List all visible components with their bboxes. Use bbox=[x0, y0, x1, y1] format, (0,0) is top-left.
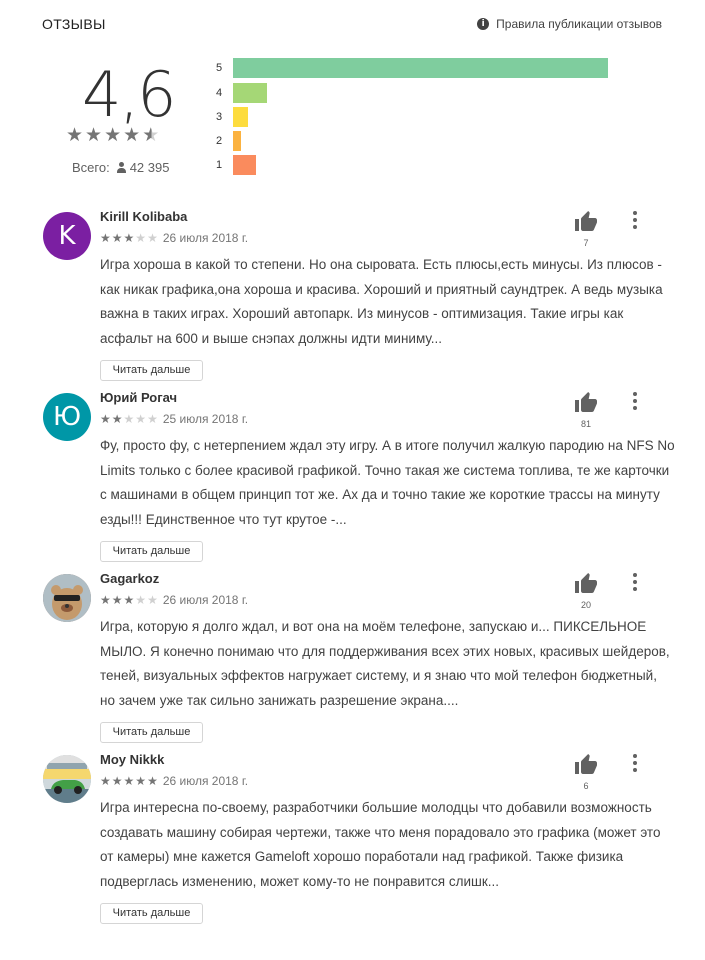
review-stars: ★★★★★ bbox=[100, 593, 159, 607]
like-count: 20 bbox=[580, 600, 591, 610]
star-icon: ★ bbox=[104, 124, 124, 146]
star-icon: ★ bbox=[100, 774, 112, 788]
histogram-bar bbox=[233, 155, 256, 175]
review-meta: ★★★★★ 26 июля 2018 г. bbox=[100, 231, 248, 245]
average-rating-stars: ★★★★★ bbox=[66, 124, 161, 146]
review-author: Gagarkoz bbox=[100, 571, 160, 586]
read-more-button[interactable]: Читать дальше bbox=[100, 903, 203, 924]
histogram-row: 4 bbox=[216, 83, 267, 103]
review-policy-label: Правила публикации отзывов bbox=[496, 17, 662, 31]
average-rating: 4,6 bbox=[82, 58, 177, 131]
histogram-label: 1 bbox=[216, 159, 223, 171]
like-count: 81 bbox=[580, 419, 591, 429]
review-author: Kirill Kolibaba bbox=[100, 209, 188, 224]
like-count: 7 bbox=[583, 238, 589, 248]
review-text: Фу, просто фу, с нетерпением ждал эту иг… bbox=[100, 438, 675, 527]
histogram-label: 4 bbox=[216, 87, 223, 99]
thumbs-up-icon[interactable] bbox=[572, 210, 600, 239]
review-text: Игра, которую я долго ждал, и вот она на… bbox=[100, 619, 670, 708]
total-label: Всего: bbox=[72, 160, 110, 175]
star-icon: ★ bbox=[123, 231, 136, 245]
star-icon: ★ bbox=[147, 231, 159, 245]
histogram-bar bbox=[233, 107, 248, 127]
review-date: 25 июля 2018 г. bbox=[162, 412, 249, 426]
review-date: 26 июля 2018 г. bbox=[162, 774, 249, 788]
histogram-row: 3 bbox=[216, 107, 248, 127]
histogram-label: 5 bbox=[216, 62, 223, 74]
star-icon: ★ bbox=[66, 124, 86, 146]
histogram-row: 1 bbox=[216, 155, 256, 175]
review-meta: ★★★★★ 25 июля 2018 г. bbox=[100, 412, 248, 426]
star-icon: ★ bbox=[135, 412, 148, 426]
histogram-bar bbox=[233, 58, 608, 78]
avatar-image bbox=[43, 755, 91, 803]
avatar[interactable]: K bbox=[43, 212, 91, 260]
more-options-icon[interactable] bbox=[630, 752, 640, 772]
star-icon: ★ bbox=[135, 774, 148, 788]
person-icon bbox=[116, 162, 127, 173]
review-stars: ★★★★★ bbox=[100, 231, 159, 245]
like-count: 6 bbox=[583, 781, 589, 791]
read-more-button[interactable]: Читать дальше bbox=[100, 360, 203, 381]
histogram-bar bbox=[233, 131, 241, 151]
review-date: 26 июля 2018 г. bbox=[162, 231, 249, 245]
more-options-icon[interactable] bbox=[630, 571, 640, 591]
thumbs-up-icon[interactable] bbox=[572, 572, 600, 601]
star-icon: ★ bbox=[111, 412, 124, 426]
thumbs-up-icon[interactable] bbox=[572, 391, 600, 420]
review-meta: ★★★★★ 26 июля 2018 г. bbox=[100, 774, 248, 788]
star-icon: ★ bbox=[135, 231, 148, 245]
star-icon: ★ bbox=[100, 231, 112, 245]
thumbs-up-icon[interactable] bbox=[572, 753, 600, 782]
read-more-button[interactable]: Читать дальше bbox=[100, 541, 203, 562]
avatar-image bbox=[43, 574, 91, 622]
star-icon: ★ bbox=[100, 412, 112, 426]
more-options-icon[interactable] bbox=[630, 390, 640, 410]
histogram-label: 3 bbox=[216, 111, 223, 123]
star-icon: ★ bbox=[123, 124, 143, 146]
star-icon: ★ bbox=[123, 774, 136, 788]
review-text: Игра хороша в какой то степени. Но она с… bbox=[100, 257, 663, 346]
star-icon: ★ bbox=[123, 412, 136, 426]
read-more-button[interactable]: Читать дальше bbox=[100, 722, 203, 743]
star-icon: ★ bbox=[111, 231, 124, 245]
avatar[interactable] bbox=[43, 574, 91, 622]
star-icon: ★ bbox=[111, 593, 124, 607]
histogram-label: 2 bbox=[216, 135, 223, 147]
more-options-icon[interactable] bbox=[630, 209, 640, 229]
star-icon: ★ bbox=[111, 774, 124, 788]
histogram-row: 2 bbox=[216, 131, 241, 151]
review-author: Moy Nikkk bbox=[100, 752, 165, 767]
star-icon: ★ bbox=[85, 124, 105, 146]
review-stars: ★★★★★ bbox=[100, 774, 159, 788]
star-icon: ★ bbox=[147, 593, 159, 607]
histogram-bar bbox=[233, 83, 267, 103]
total-ratings: Всего: 42 395 bbox=[72, 160, 169, 175]
histogram-row: 5 bbox=[216, 58, 608, 78]
review-date: 26 июля 2018 г. bbox=[162, 593, 249, 607]
review-policy-link[interactable]: i Правила публикации отзывов bbox=[477, 17, 662, 31]
avatar[interactable] bbox=[43, 755, 91, 803]
star-icon: ★ bbox=[147, 412, 159, 426]
star-icon: ★ bbox=[135, 593, 148, 607]
info-icon: i bbox=[477, 18, 490, 30]
star-icon: ★ bbox=[100, 593, 112, 607]
review-text: Игра интересна по-своему, разработчики б… bbox=[100, 800, 661, 889]
star-icon: ★ bbox=[123, 593, 136, 607]
section-title: ОТЗЫВЫ bbox=[42, 16, 106, 32]
avatar[interactable]: Ю bbox=[43, 393, 91, 441]
review-meta: ★★★★★ 26 июля 2018 г. bbox=[100, 593, 248, 607]
star-icon: ★ bbox=[147, 774, 159, 788]
total-count: 42 395 bbox=[129, 160, 170, 175]
review-author: Юрий Рогач bbox=[100, 390, 178, 405]
review-stars: ★★★★★ bbox=[100, 412, 159, 426]
star-half-icon: ★ bbox=[142, 124, 162, 146]
